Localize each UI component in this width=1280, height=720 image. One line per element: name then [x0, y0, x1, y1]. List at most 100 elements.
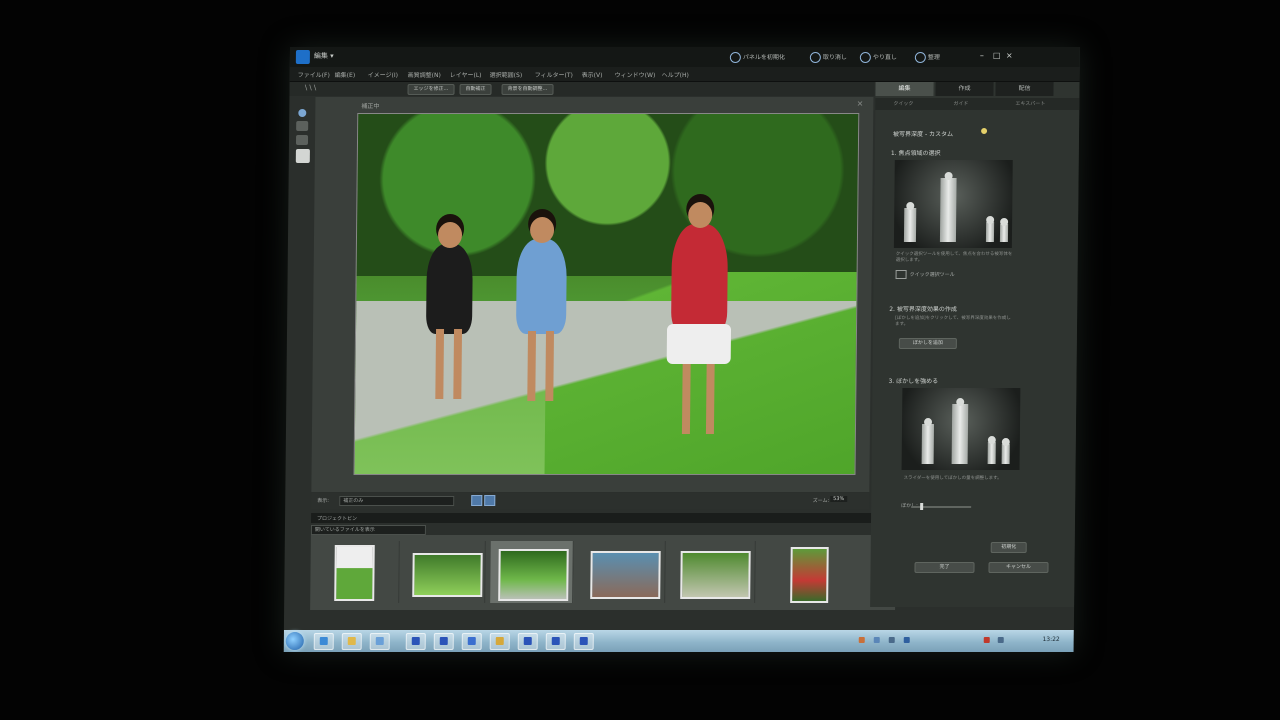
app-logo-icon: [295, 50, 310, 65]
bin-filter-select[interactable]: 開いているファイルを表示: [310, 525, 426, 536]
cancel-button[interactable]: キャンセル: [988, 562, 1049, 574]
organize-button[interactable]: 整理: [914, 52, 940, 64]
menu-filter[interactable]: フィルター(T): [535, 70, 573, 79]
focus-area-illustration: [893, 160, 1013, 249]
blur-slider-knob[interactable]: [920, 503, 924, 511]
hand-tool-icon[interactable]: [296, 121, 309, 132]
step-2-heading: 2. 被写界深度効果の作成: [889, 306, 957, 314]
project-bin-header: プロジェクトビン: [311, 513, 897, 524]
thumbnail-1[interactable]: [316, 541, 400, 604]
done-button[interactable]: 完了: [914, 562, 975, 574]
quick-selection-tool-icon[interactable]: [295, 135, 309, 146]
step-3-hint: スライダーを使用してぼかしの量を調整します。: [903, 476, 1002, 482]
blur-illustration: [901, 388, 1021, 471]
tray-icon-2[interactable]: [873, 637, 880, 644]
guided-edit-panel: 編集 作成 配信 クイック ガイド エキスパート 被写界深度 - カスタム 1.…: [870, 82, 1080, 608]
tab-share[interactable]: 配信: [995, 82, 1054, 97]
quick-selection-tool-link[interactable]: クイック選択ツール: [895, 270, 955, 280]
auto-enhance-button[interactable]: 自動補正: [459, 84, 492, 96]
menu-edit[interactable]: 編集(E): [335, 70, 356, 79]
thumbnail-2[interactable]: [402, 541, 486, 604]
projected-screen: 編集 ▾ パネルを初期化 取り消し やり直し 整理 – □ × ファイル(F) …: [283, 47, 1080, 653]
reset-panels-button[interactable]: パネルを初期化: [729, 52, 785, 64]
add-blur-button[interactable]: ぼかしを追加: [898, 338, 957, 350]
taskbar-app-5-icon[interactable]: [517, 633, 538, 651]
menu-enhance[interactable]: 画質調整(N): [408, 70, 441, 79]
reset-button[interactable]: 初期化: [990, 542, 1027, 554]
before-view-icon[interactable]: [471, 495, 483, 507]
taskbar-explorer-icon[interactable]: [341, 633, 362, 651]
menu-image[interactable]: イメージ(I): [368, 70, 398, 79]
reset-icon: [729, 52, 741, 64]
brush-tool-icons[interactable]: ∖∖∖: [304, 84, 317, 92]
taskbar-app-3-icon[interactable]: [461, 633, 482, 651]
redo-button[interactable]: やり直し: [859, 52, 897, 64]
menu-file[interactable]: ファイル(F): [298, 70, 330, 79]
step-1-heading: 1. 焦点領域の選択: [890, 150, 941, 158]
project-bin: [310, 535, 896, 611]
menu-layer[interactable]: レイヤー(L): [450, 70, 482, 79]
document-close-icon[interactable]: ×: [857, 99, 864, 108]
toolbox: [293, 105, 316, 165]
step-3-heading: 3. ぼかしを強める: [888, 378, 939, 386]
photo-child-left: [425, 222, 473, 400]
taskbar-app-2-icon[interactable]: [433, 633, 454, 651]
step-1-hint: クイック選択ツールを使用して、焦点を合わせる被写体を選択します。: [895, 252, 1013, 264]
subtab-expert[interactable]: エキスパート: [1015, 100, 1045, 107]
menu-window[interactable]: ウィンドウ(W): [615, 70, 656, 79]
photo-trees: [356, 114, 859, 277]
undo-icon: [809, 52, 821, 64]
undo-button[interactable]: 取り消し: [809, 52, 847, 64]
tray-icon-6[interactable]: [997, 637, 1004, 644]
taskbar-app-7-icon[interactable]: [573, 633, 594, 651]
panel-title: 被写界深度 - カスタム: [893, 131, 954, 139]
zoom-tool-icon[interactable]: [298, 109, 307, 118]
title-bar: 編集 ▾ パネルを初期化 取り消し やり直し 整理 – □ ×: [289, 47, 1080, 68]
thumbnail-6[interactable]: [762, 541, 845, 604]
tray-icon-3[interactable]: [888, 637, 895, 644]
taskbar-app-6-icon[interactable]: [545, 633, 566, 651]
zoom-value[interactable]: 53%: [830, 496, 848, 503]
home-icon: [914, 52, 926, 64]
after-view-icon[interactable]: [484, 495, 496, 507]
minimize-button[interactable]: –: [980, 51, 984, 60]
taskbar-media-icon[interactable]: [369, 633, 390, 651]
view-bar: 表示: 補正のみ ズーム: 53%: [311, 493, 870, 510]
mode-menu-button[interactable]: 編集 ▾: [314, 51, 334, 61]
taskbar-app-1-icon[interactable]: [405, 633, 426, 651]
document-canvas: 補正中 ×: [311, 97, 874, 493]
document-tab-title[interactable]: 補正中: [361, 101, 379, 110]
thumbnail-3-selected[interactable]: [490, 541, 574, 604]
menu-select[interactable]: 選択範囲(S): [490, 70, 523, 79]
tray-icon-5[interactable]: [983, 637, 990, 644]
thumbnail-4[interactable]: [582, 541, 666, 604]
close-button[interactable]: ×: [1006, 51, 1013, 60]
quick-selection-icon: [895, 270, 907, 280]
refine-edge-button[interactable]: エッジを修正...: [407, 84, 455, 96]
thumbnail-5[interactable]: [672, 541, 756, 604]
taskbar-clock[interactable]: 13:22: [1042, 636, 1059, 643]
tray-icon-4[interactable]: [903, 637, 910, 644]
taskbar-app-4-icon[interactable]: [489, 633, 510, 651]
view-select[interactable]: 補正のみ: [339, 496, 455, 507]
subtab-quick[interactable]: クイック: [893, 100, 913, 107]
color-swatch-icon[interactable]: [295, 149, 310, 164]
help-icon[interactable]: [981, 128, 988, 135]
photo-children-running[interactable]: [353, 113, 860, 476]
menu-view[interactable]: 表示(V): [582, 70, 603, 79]
start-button-icon[interactable]: [285, 632, 304, 651]
tool-options-bar: ∖∖∖ エッジを修正... 自動補正 背景を自動調整...: [289, 82, 875, 97]
redo-icon: [859, 52, 871, 64]
auto-background-button[interactable]: 背景を自動調整...: [501, 84, 554, 96]
photo-child-right: [670, 202, 729, 435]
taskbar-ie-icon[interactable]: [313, 633, 334, 651]
tray-icon-1[interactable]: [858, 637, 865, 644]
tab-create[interactable]: 作成: [935, 82, 994, 97]
project-bin-label: プロジェクトビン: [317, 516, 358, 523]
subtab-guided[interactable]: ガイド: [953, 100, 968, 107]
zoom-label: ズーム:: [812, 498, 830, 505]
tab-edit[interactable]: 編集: [875, 82, 934, 97]
view-label: 表示:: [317, 498, 329, 505]
maximize-button[interactable]: □: [993, 51, 1001, 60]
menu-help[interactable]: ヘルプ(H): [662, 70, 689, 79]
